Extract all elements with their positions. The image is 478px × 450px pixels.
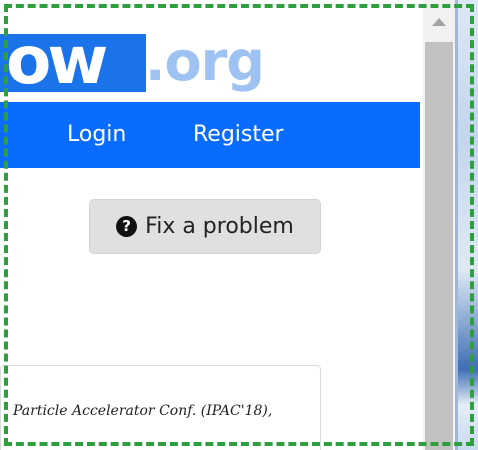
scrollbar-thumb[interactable]: [425, 42, 453, 450]
login-link[interactable]: Login: [67, 122, 126, 148]
window-edge-line: [455, 0, 458, 450]
fix-a-problem-label: Fix a problem: [145, 214, 294, 239]
site-logo[interactable]: ow .org: [0, 26, 300, 98]
logo-main-text: ow: [6, 22, 108, 99]
question-circle-icon: ?: [116, 216, 138, 237]
chevron-up-icon: [432, 18, 446, 26]
page-viewport: ow .org Login Register ? Fix a problem P…: [0, 0, 478, 450]
vertical-scrollbar[interactable]: [423, 0, 455, 450]
top-navbar: Login Register: [0, 102, 420, 168]
logo-suffix-text: .org: [145, 30, 265, 93]
fix-a-problem-button[interactable]: ? Fix a problem: [89, 199, 321, 254]
scroll-up-button[interactable]: [423, 8, 455, 36]
card-citation-text: Particle Accelerator Conf. (IPAC'18),: [13, 403, 273, 419]
register-link[interactable]: Register: [193, 122, 284, 148]
window-edge-strip: [455, 0, 478, 450]
content-card: Particle Accelerator Conf. (IPAC'18),: [0, 365, 321, 450]
